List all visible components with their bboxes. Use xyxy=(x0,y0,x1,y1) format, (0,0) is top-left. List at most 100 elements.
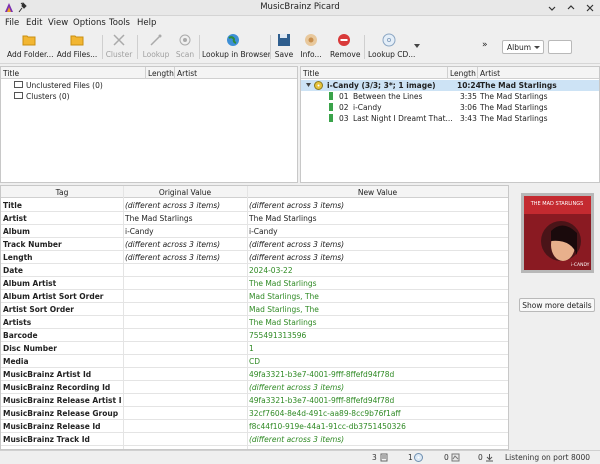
toolbar-separator xyxy=(102,35,103,59)
cover-band-text: THE MAD STARLINGS xyxy=(530,201,584,207)
metadata-row[interactable]: Album Artist The Mad Starlings xyxy=(1,277,508,290)
metadata-row[interactable]: MusicBrainz Artist Id 49fa3321-b3e7-4001-… xyxy=(1,368,508,381)
album-pane-header: Title Length Artist xyxy=(301,67,599,79)
metadata-header: Tag Original Value New Value xyxy=(1,186,508,198)
toolbar-separator xyxy=(199,35,200,59)
album-row[interactable]: i-Candy (3/3; 3*; 1 image) 10:24 The Mad… xyxy=(301,80,599,91)
toolbar-separator xyxy=(270,35,271,59)
metadata-row[interactable]: MusicBrainz Release Id f8c44f10-919e-44a1… xyxy=(1,420,508,433)
metadata-row[interactable]: Artist Sort Order Mad Starlings, The xyxy=(1,303,508,316)
metadata-new-cell: (different across 3 items) xyxy=(249,201,345,210)
menu-options[interactable]: Options xyxy=(73,18,106,28)
metadata-tag-cell: MusicBrainz Release Artist Id xyxy=(3,396,121,405)
metadata-new-cell: Mad Starlings, The xyxy=(249,305,319,314)
lookup-in-browser-button[interactable]: Lookup in Browser xyxy=(202,32,271,62)
metadata-new-cell: 1 xyxy=(249,344,254,353)
metadata-row[interactable]: Disc Number 1 xyxy=(1,342,508,355)
folder-icon xyxy=(22,35,36,46)
toolbar-overflow-icon[interactable]: » xyxy=(482,40,488,50)
metadata-orig-cell: The Mad Starlings xyxy=(125,214,193,223)
column-length[interactable]: Length xyxy=(450,69,476,78)
track-row[interactable]: 02 i-Candy 3:06 The Mad Starlings xyxy=(301,102,599,113)
view-mode-select[interactable]: Album xyxy=(502,40,544,54)
menu-help[interactable]: Help xyxy=(137,18,156,28)
match-status-icon xyxy=(329,114,333,122)
file-pane: Title Length Artist Unclustered Files (0… xyxy=(0,66,298,183)
metadata-new-cell: (different across 3 items) xyxy=(249,240,345,249)
search-input[interactable] xyxy=(548,40,572,54)
remove-icon xyxy=(338,34,350,46)
metadata-tag-cell: Date xyxy=(3,266,23,275)
metadata-row[interactable]: Track Number (different across 3 items) (d… xyxy=(1,238,508,251)
lookup-button[interactable]: Lookup xyxy=(141,32,171,62)
column-length[interactable]: Length xyxy=(148,69,174,78)
metadata-row[interactable]: Artists The Mad Starlings xyxy=(1,316,508,329)
scan-button[interactable]: Scan xyxy=(174,32,196,62)
track-row[interactable]: 01 Between the Lines 3:35 The Mad Starli… xyxy=(301,91,599,102)
metadata-row[interactable]: Media CD xyxy=(1,355,508,368)
column-new-value[interactable]: New Value xyxy=(247,188,508,197)
metadata-row[interactable]: MusicBrainz Release Artist Id 49fa3321-b3… xyxy=(1,394,508,407)
metadata-row[interactable]: Title (different across 3 items) (differen… xyxy=(1,199,508,212)
metadata-tag-cell: Album Artist Sort Order xyxy=(3,292,104,301)
info-button[interactable]: Info... xyxy=(300,32,322,62)
column-artist[interactable]: Artist xyxy=(480,69,500,78)
lookup-cd-button[interactable]: Lookup CD... xyxy=(368,32,415,62)
metadata-row[interactable]: Artist The Mad Starlings The Mad Starlings xyxy=(1,212,508,225)
list-item[interactable]: Clusters (0) xyxy=(1,91,297,102)
match-status-icon xyxy=(329,92,333,100)
column-tag[interactable]: Tag xyxy=(1,188,123,197)
close-icon[interactable] xyxy=(584,2,596,14)
save-button[interactable]: Save xyxy=(274,32,294,62)
metadata-tag-cell: Artists xyxy=(3,318,32,327)
menu-edit[interactable]: Edit xyxy=(26,18,42,28)
add-folder-button[interactable]: Add Folder... xyxy=(7,32,54,62)
metadata-tag-cell: Artist Sort Order xyxy=(3,305,74,314)
toolbar-separator xyxy=(137,35,138,59)
column-title[interactable]: Title xyxy=(303,69,319,78)
column-title[interactable]: Title xyxy=(3,69,19,78)
metadata-tag-cell: Album Artist xyxy=(3,279,57,288)
menu-tools[interactable]: Tools xyxy=(109,18,130,28)
metadata-table: Tag Original Value New Value Title (diffe… xyxy=(0,185,509,450)
metadata-row[interactable]: Album Artist Sort Order Mad Starlings, Th… xyxy=(1,290,508,303)
chevron-down-icon xyxy=(534,46,540,49)
metadata-new-cell: (different across 3 items) xyxy=(249,383,345,392)
cover-art-image[interactable]: THE MAD STARLINGS i-CANDY xyxy=(521,193,594,273)
remove-button[interactable]: Remove xyxy=(330,32,360,62)
metadata-row[interactable]: MusicBrainz Track Id (different across 3 … xyxy=(1,433,508,446)
minimize-icon[interactable] xyxy=(546,2,558,14)
metadata-tag-cell: Artist xyxy=(3,214,27,223)
menu-file[interactable]: File xyxy=(5,18,19,28)
menu-view[interactable]: View xyxy=(48,18,68,28)
menu-bar: File Edit View Options Tools Help xyxy=(0,16,600,30)
metadata-new-cell: The Mad Starlings xyxy=(249,318,317,327)
metadata-new-cell: f8c44f10-919e-44a1-91cc-db3751450326 xyxy=(249,422,406,431)
chevron-down-icon[interactable] xyxy=(306,82,311,88)
chevron-down-icon[interactable] xyxy=(414,44,420,49)
maximize-icon[interactable] xyxy=(565,2,577,14)
metadata-new-cell: 2024-03-22 xyxy=(249,266,293,275)
toolbar-separator xyxy=(364,35,365,59)
metadata-row[interactable]: MusicBrainz Release Group Id 32cf7604-8e4… xyxy=(1,407,508,420)
metadata-row[interactable]: Length (different across 3 items) (differe… xyxy=(1,251,508,264)
add-files-button[interactable]: Add Files... xyxy=(56,32,98,62)
metadata-row[interactable]: Barcode 755491313596 xyxy=(1,329,508,342)
metadata-tag-cell: Barcode xyxy=(3,331,38,340)
cd-icon xyxy=(314,81,323,90)
track-row[interactable]: 03 Last Night I Dreamt That... 3:43 The … xyxy=(301,113,599,124)
metadata-orig-cell: (different across 3 items) xyxy=(125,201,221,210)
cluster-button[interactable]: Cluster xyxy=(105,32,133,62)
list-item[interactable]: Unclustered Files (0) xyxy=(1,80,297,91)
window-title: MusicBrainz Picard xyxy=(260,2,340,12)
metadata-tag-cell: MusicBrainz Artist Id xyxy=(3,370,92,379)
show-more-details-button[interactable]: Show more details xyxy=(519,298,595,312)
metadata-row[interactable]: Album i-Candy i-Candy xyxy=(1,225,508,238)
column-artist[interactable]: Artist xyxy=(177,69,197,78)
metadata-row[interactable]: MusicBrainz Recording Id (different acros… xyxy=(1,381,508,394)
globe-icon xyxy=(227,34,239,46)
metadata-new-cell: (different across 3 items) xyxy=(249,435,345,444)
metadata-row[interactable]: Date 2024-03-22 xyxy=(1,264,508,277)
network-count: 0 xyxy=(478,453,483,462)
column-original-value[interactable]: Original Value xyxy=(123,188,247,197)
